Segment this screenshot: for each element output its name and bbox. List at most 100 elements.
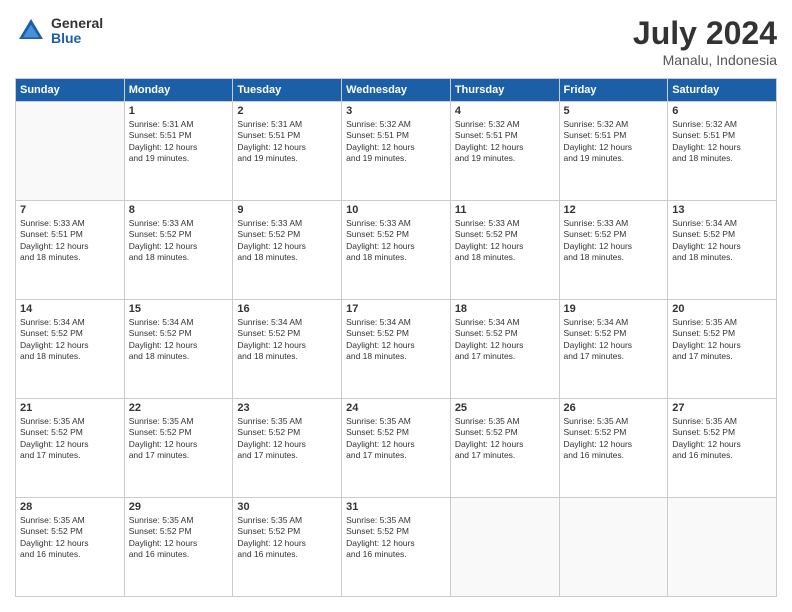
day-number: 7 [20, 204, 120, 216]
day-info: Sunrise: 5:35 AM Sunset: 5:52 PM Dayligh… [672, 317, 772, 363]
day-number: 17 [346, 303, 446, 315]
week-row-2: 7 Sunrise: 5:33 AM Sunset: 5:51 PM Daylig… [16, 201, 777, 300]
day-number: 14 [20, 303, 120, 315]
day-cell: 9 Sunrise: 5:33 AM Sunset: 5:52 PM Daylig… [233, 201, 342, 300]
day-info: Sunrise: 5:32 AM Sunset: 5:51 PM Dayligh… [672, 119, 772, 165]
day-info: Sunrise: 5:32 AM Sunset: 5:51 PM Dayligh… [455, 119, 555, 165]
day-cell: 19 Sunrise: 5:34 AM Sunset: 5:52 PM Dayli… [559, 300, 668, 399]
day-info: Sunrise: 5:33 AM Sunset: 5:52 PM Dayligh… [346, 218, 446, 264]
month-year: July 2024 [633, 15, 777, 52]
day-info: Sunrise: 5:34 AM Sunset: 5:52 PM Dayligh… [129, 317, 229, 363]
day-info: Sunrise: 5:31 AM Sunset: 5:51 PM Dayligh… [237, 119, 337, 165]
day-cell: 6Sunrise: 5:32 AM Sunset: 5:51 PM Daylig… [668, 102, 777, 201]
day-number: 18 [455, 303, 555, 315]
logo-blue: Blue [51, 31, 103, 46]
day-number: 29 [129, 501, 229, 513]
day-info: Sunrise: 5:34 AM Sunset: 5:52 PM Dayligh… [564, 317, 664, 363]
day-number: 19 [564, 303, 664, 315]
week-row-3: 14 Sunrise: 5:34 AM Sunset: 5:52 PM Dayli… [16, 300, 777, 399]
day-number: 31 [346, 501, 446, 513]
day-info: Sunrise: 5:35 AM Sunset: 5:52 PM Dayligh… [129, 515, 229, 561]
day-number: 11 [455, 204, 555, 216]
day-header-tuesday: Tuesday [233, 79, 342, 102]
day-cell: 16 Sunrise: 5:34 AM Sunset: 5:52 PM Dayli… [233, 300, 342, 399]
day-cell: 21 Sunrise: 5:35 AM Sunset: 5:52 PM Dayli… [16, 399, 125, 498]
day-cell: 7 Sunrise: 5:33 AM Sunset: 5:51 PM Daylig… [16, 201, 125, 300]
day-number: 1 [129, 105, 229, 117]
day-cell: 31 Sunrise: 5:35 AM Sunset: 5:52 PM Dayli… [342, 498, 451, 597]
day-info: Sunrise: 5:35 AM Sunset: 5:52 PM Dayligh… [455, 416, 555, 462]
day-number: 5 [564, 105, 664, 117]
day-number: 3 [346, 105, 446, 117]
day-info: Sunrise: 5:34 AM Sunset: 5:52 PM Dayligh… [20, 317, 120, 363]
day-info: Sunrise: 5:35 AM Sunset: 5:52 PM Dayligh… [346, 515, 446, 561]
day-number: 21 [20, 402, 120, 414]
day-info: Sunrise: 5:33 AM Sunset: 5:52 PM Dayligh… [455, 218, 555, 264]
day-info: Sunrise: 5:34 AM Sunset: 5:52 PM Dayligh… [346, 317, 446, 363]
day-info: Sunrise: 5:35 AM Sunset: 5:52 PM Dayligh… [129, 416, 229, 462]
day-header-sunday: Sunday [16, 79, 125, 102]
title-block: July 2024 Manalu, Indonesia [633, 15, 777, 68]
day-info: Sunrise: 5:34 AM Sunset: 5:52 PM Dayligh… [455, 317, 555, 363]
day-header-saturday: Saturday [668, 79, 777, 102]
day-number: 23 [237, 402, 337, 414]
page: General Blue July 2024 Manalu, Indonesia… [0, 0, 792, 612]
day-number: 9 [237, 204, 337, 216]
day-number: 20 [672, 303, 772, 315]
day-cell: 18 Sunrise: 5:34 AM Sunset: 5:52 PM Dayli… [450, 300, 559, 399]
day-cell: 2Sunrise: 5:31 AM Sunset: 5:51 PM Daylig… [233, 102, 342, 201]
logo-text: General Blue [51, 16, 103, 47]
day-info: Sunrise: 5:35 AM Sunset: 5:52 PM Dayligh… [20, 416, 120, 462]
day-info: Sunrise: 5:31 AM Sunset: 5:51 PM Dayligh… [129, 119, 229, 165]
calendar: SundayMondayTuesdayWednesdayThursdayFrid… [15, 78, 777, 597]
day-cell: 3 Sunrise: 5:32 AM Sunset: 5:51 PM Daylig… [342, 102, 451, 201]
day-number: 27 [672, 402, 772, 414]
day-cell: 12 Sunrise: 5:33 AM Sunset: 5:52 PM Dayli… [559, 201, 668, 300]
day-cell: 22 Sunrise: 5:35 AM Sunset: 5:52 PM Dayli… [124, 399, 233, 498]
day-info: Sunrise: 5:35 AM Sunset: 5:52 PM Dayligh… [20, 515, 120, 561]
day-info: Sunrise: 5:35 AM Sunset: 5:52 PM Dayligh… [346, 416, 446, 462]
day-info: Sunrise: 5:32 AM Sunset: 5:51 PM Dayligh… [346, 119, 446, 165]
day-info: Sunrise: 5:35 AM Sunset: 5:52 PM Dayligh… [672, 416, 772, 462]
day-info: Sunrise: 5:33 AM Sunset: 5:52 PM Dayligh… [237, 218, 337, 264]
day-cell: 24 Sunrise: 5:35 AM Sunset: 5:52 PM Dayli… [342, 399, 451, 498]
day-number: 25 [455, 402, 555, 414]
day-cell: 13Sunrise: 5:34 AM Sunset: 5:52 PM Dayli… [668, 201, 777, 300]
day-info: Sunrise: 5:33 AM Sunset: 5:52 PM Dayligh… [129, 218, 229, 264]
day-cell: 1 Sunrise: 5:31 AM Sunset: 5:51 PM Daylig… [124, 102, 233, 201]
day-cell: 30 Sunrise: 5:35 AM Sunset: 5:52 PM Dayli… [233, 498, 342, 597]
day-number: 22 [129, 402, 229, 414]
header-row: SundayMondayTuesdayWednesdayThursdayFrid… [16, 79, 777, 102]
day-number: 15 [129, 303, 229, 315]
location: Manalu, Indonesia [633, 52, 777, 68]
day-number: 24 [346, 402, 446, 414]
day-number: 26 [564, 402, 664, 414]
day-cell [559, 498, 668, 597]
day-info: Sunrise: 5:34 AM Sunset: 5:52 PM Dayligh… [237, 317, 337, 363]
day-number: 12 [564, 204, 664, 216]
day-cell: 23 Sunrise: 5:35 AM Sunset: 5:52 PM Dayli… [233, 399, 342, 498]
day-number: 28 [20, 501, 120, 513]
day-cell: 14 Sunrise: 5:34 AM Sunset: 5:52 PM Dayli… [16, 300, 125, 399]
week-row-4: 21 Sunrise: 5:35 AM Sunset: 5:52 PM Dayli… [16, 399, 777, 498]
day-cell [16, 102, 125, 201]
day-info: Sunrise: 5:35 AM Sunset: 5:52 PM Dayligh… [237, 515, 337, 561]
day-number: 8 [129, 204, 229, 216]
day-number: 30 [237, 501, 337, 513]
day-info: Sunrise: 5:35 AM Sunset: 5:52 PM Dayligh… [237, 416, 337, 462]
day-number: 16 [237, 303, 337, 315]
day-cell: 26Sunrise: 5:35 AM Sunset: 5:52 PM Dayli… [559, 399, 668, 498]
day-header-monday: Monday [124, 79, 233, 102]
day-cell: 20 Sunrise: 5:35 AM Sunset: 5:52 PM Dayli… [668, 300, 777, 399]
day-cell: 10 Sunrise: 5:33 AM Sunset: 5:52 PM Dayli… [342, 201, 451, 300]
day-cell: 27 Sunrise: 5:35 AM Sunset: 5:52 PM Dayli… [668, 399, 777, 498]
logo-icon [15, 15, 47, 47]
day-cell [668, 498, 777, 597]
day-cell: 28 Sunrise: 5:35 AM Sunset: 5:52 PM Dayli… [16, 498, 125, 597]
day-number: 10 [346, 204, 446, 216]
header: General Blue July 2024 Manalu, Indonesia [15, 15, 777, 68]
day-info: Sunrise: 5:33 AM Sunset: 5:51 PM Dayligh… [20, 218, 120, 264]
day-cell: 25 Sunrise: 5:35 AM Sunset: 5:52 PM Dayli… [450, 399, 559, 498]
day-info: Sunrise: 5:33 AM Sunset: 5:52 PM Dayligh… [564, 218, 664, 264]
logo-general: General [51, 16, 103, 31]
